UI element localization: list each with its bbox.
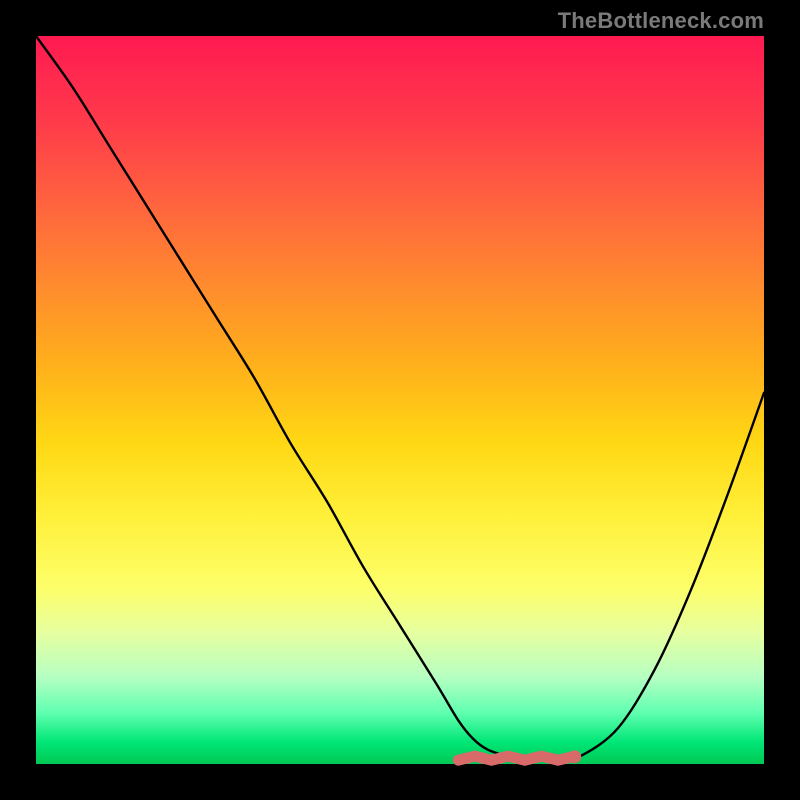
chart-overlay (36, 36, 764, 764)
bottleneck-curve (36, 36, 764, 760)
bottleneck-chart: TheBottleneck.com (0, 0, 800, 800)
optimal-range-marker (458, 756, 574, 760)
optimal-endpoint-dot (568, 750, 581, 763)
watermark-text: TheBottleneck.com (558, 8, 764, 34)
